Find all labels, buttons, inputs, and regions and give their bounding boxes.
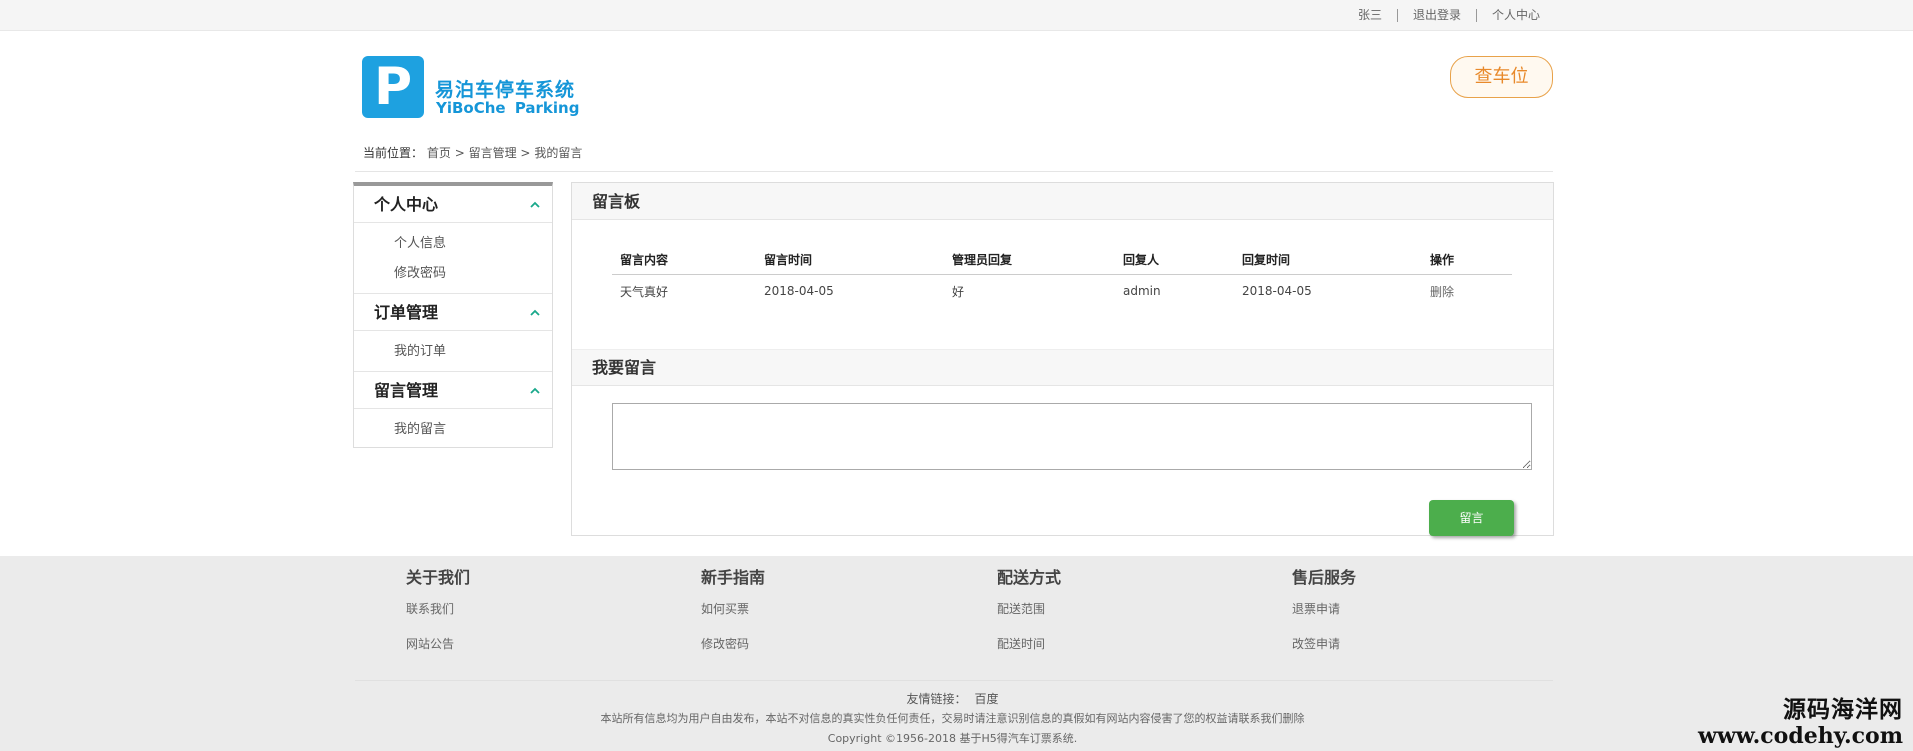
footer-link[interactable]: 配送时间 — [997, 627, 1061, 662]
cell-admin-reply: 好 — [952, 284, 965, 299]
col-replier: 回复人 — [1115, 245, 1234, 275]
footer-col-delivery: 配送方式 配送范围 配送时间 — [997, 564, 1061, 662]
breadcrumb-item-home[interactable]: 首页 — [427, 146, 451, 160]
breadcrumb-label: 当前位置： — [363, 146, 424, 160]
sidebar-group-title[interactable]: 订单管理 — [354, 294, 552, 331]
footer-col-guide: 新手指南 如何买票 修改密码 — [701, 564, 765, 662]
sidebar: 个人中心 个人信息 修改密码 订单管理 我的订单 留言管理 我的留言 — [353, 182, 553, 448]
sidebar-item-my-messages[interactable]: 我的留言 — [354, 415, 552, 445]
col-time: 留言时间 — [756, 245, 944, 275]
cell-time: 2018-04-05 — [764, 284, 834, 299]
brand-name-cn: 易泊车停车系统 — [435, 79, 576, 101]
cell-content: 天气真好 — [620, 284, 669, 299]
logo-letter: P — [373, 57, 413, 117]
sidebar-group-label: 留言管理 — [374, 381, 439, 400]
friend-link-baidu[interactable]: 百度 — [975, 692, 999, 706]
chevron-up-icon[interactable] — [530, 372, 540, 409]
messages-table: 留言内容 留言时间 管理员回复 回复人 回复时间 操作 天气真好 2018-04… — [612, 245, 1512, 308]
friend-links: 友情链接： 百度 — [0, 690, 1905, 707]
footer-col-title: 新手指南 — [701, 568, 766, 587]
footer-divider — [355, 680, 1553, 681]
cell-replier: admin — [1123, 284, 1161, 299]
username-link[interactable]: 张三 — [1343, 9, 1397, 22]
compose-title: 我要留言 — [572, 349, 1553, 386]
watermark-line2: www.codehy.com — [1698, 723, 1903, 749]
sidebar-group-personal: 个人中心 个人信息 修改密码 — [354, 186, 552, 294]
col-reply-time: 回复时间 — [1234, 245, 1422, 275]
submit-message-button[interactable]: 留言 — [1429, 500, 1514, 536]
col-admin-reply: 管理员回复 — [944, 245, 1115, 275]
sidebar-item-profile[interactable]: 个人信息 — [354, 229, 552, 259]
footer: 关于我们 联系我们 网站公告 新手指南 如何买票 修改密码 配送方式 配送范围 … — [0, 556, 1913, 751]
breadcrumb-sep: > — [454, 146, 465, 160]
delete-link[interactable]: 删除 — [1422, 274, 1512, 308]
footer-col-title: 售后服务 — [1292, 568, 1357, 587]
footer-col-about: 关于我们 联系我们 网站公告 — [406, 564, 470, 662]
copyright-text: Copyright ©1956-2018 基于H5得汽车订票系统. — [827, 732, 1078, 745]
sidebar-item-my-orders[interactable]: 我的订单 — [354, 337, 552, 367]
sidebar-items: 我的订单 — [354, 331, 552, 372]
sidebar-group-title[interactable]: 留言管理 — [354, 372, 552, 409]
sidebar-group-label: 个人中心 — [374, 195, 439, 214]
footer-link[interactable]: 联系我们 — [406, 592, 470, 627]
footer-col-title: 配送方式 — [997, 568, 1062, 587]
sidebar-items: 个人信息 修改密码 — [354, 223, 552, 294]
table-header-row: 留言内容 留言时间 管理员回复 回复人 回复时间 操作 — [612, 245, 1512, 275]
chevron-up-icon[interactable] — [530, 186, 540, 223]
footer-col-title: 关于我们 — [406, 568, 471, 587]
table-row: 天气真好 2018-04-05 好 admin 2018-04-05 删除 — [612, 274, 1512, 308]
footer-link[interactable]: 改签申请 — [1292, 627, 1356, 662]
breadcrumb-item-my-messages[interactable]: 我的留言 — [534, 146, 582, 160]
breadcrumb-sep: > — [520, 146, 531, 160]
message-board-panel: 留言板 留言内容 留言时间 管理员回复 回复人 回复时间 操作 天气真好 201… — [571, 182, 1554, 536]
message-textarea[interactable] — [612, 403, 1532, 470]
footer-link[interactable]: 修改密码 — [701, 627, 765, 662]
sidebar-group-orders: 订单管理 我的订单 — [354, 294, 552, 372]
brand-name-en: YiBoChe Parking — [436, 99, 580, 117]
friend-links-label: 友情链接： — [906, 692, 967, 706]
footer-link[interactable]: 如何买票 — [701, 592, 765, 627]
breadcrumb: 当前位置： 首页 > 留言管理 > 我的留言 — [363, 144, 582, 161]
breadcrumb-item-messages[interactable]: 留言管理 — [469, 146, 517, 160]
footer-link[interactable]: 退票申请 — [1292, 592, 1356, 627]
col-content: 留言内容 — [612, 245, 756, 275]
footer-link[interactable]: 配送范围 — [997, 592, 1061, 627]
cell-reply-time: 2018-04-05 — [1242, 284, 1312, 299]
top-links: 张三 退出登录 个人中心 — [1343, 0, 1540, 31]
col-action: 操作 — [1422, 245, 1512, 275]
chevron-up-icon[interactable] — [530, 294, 540, 331]
board-title: 留言板 — [572, 183, 1553, 220]
sidebar-group-messages: 留言管理 我的留言 — [354, 372, 552, 449]
logout-link[interactable]: 退出登录 — [1396, 9, 1476, 22]
watermark: 源码海洋网 www.codehy.com — [1698, 696, 1903, 750]
sidebar-group-title[interactable]: 个人中心 — [354, 186, 552, 223]
top-bar: 张三 退出登录 个人中心 — [0, 0, 1913, 31]
sidebar-item-change-password[interactable]: 修改密码 — [354, 259, 552, 289]
logo-icon[interactable]: P — [362, 56, 424, 118]
user-center-link[interactable]: 个人中心 — [1475, 9, 1540, 22]
sidebar-group-label: 订单管理 — [374, 303, 439, 322]
header-divider — [355, 171, 1553, 172]
footer-link[interactable]: 网站公告 — [406, 627, 470, 662]
find-spot-button[interactable]: 查车位 — [1450, 56, 1553, 98]
disclaimer-text: 本站所有信息均为用户自由发布，本站不对信息的真实性负任何责任，交易时请注意识别信… — [600, 712, 1305, 725]
sidebar-items: 我的留言 — [354, 409, 552, 449]
watermark-line1: 源码海洋网 — [1783, 696, 1903, 723]
footer-col-aftersales: 售后服务 退票申请 改签申请 — [1292, 564, 1356, 662]
